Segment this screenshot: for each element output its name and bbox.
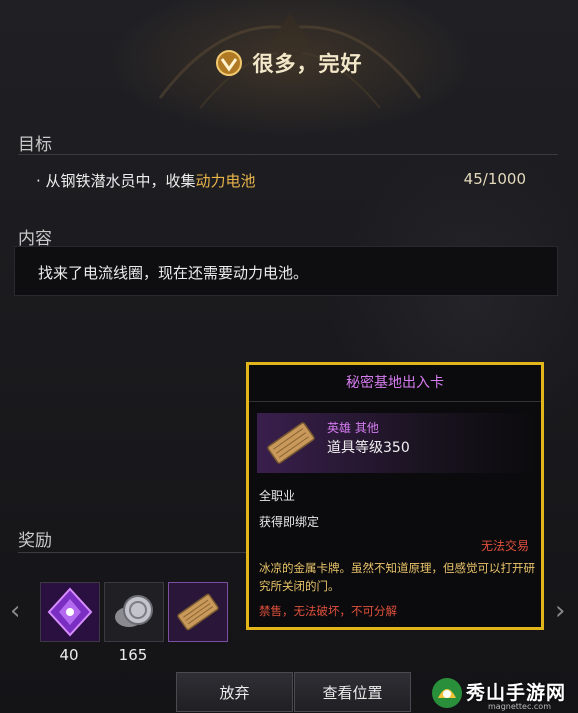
flag-sell: 禁售 — [259, 604, 282, 618]
tooltip-rarity: 英雄 其他 — [327, 421, 379, 435]
quest-emblem-icon — [216, 50, 243, 76]
flag-split: 不可分解 — [351, 604, 397, 618]
objective-text: · 从钢铁潜水员中，收集 — [36, 172, 196, 190]
reward-count: 40 — [59, 646, 79, 664]
next-arrow-icon[interactable]: › — [555, 596, 565, 626]
silver-coin-icon — [105, 583, 163, 641]
reward-slot[interactable] — [104, 582, 164, 642]
watermark: 秀山手游网 magnettec.com — [428, 672, 578, 713]
purple-crystal-icon — [41, 583, 99, 641]
quest-title: 很多，完好 — [252, 52, 363, 76]
tooltip-description: 冰凉的金属卡牌。虽然不知道原理，但感觉可以打开研究所关闭的门。 — [259, 561, 535, 593]
flag-separator: ， — [339, 604, 352, 618]
view-location-button[interactable]: 查看位置 — [294, 672, 411, 712]
objective-label: 目标 — [18, 135, 52, 155]
watermark-url: magnettec.com — [488, 702, 551, 711]
watermark-text: 秀山手游网 — [466, 682, 567, 704]
reward-slot[interactable] — [168, 582, 228, 642]
divider — [18, 154, 558, 155]
reward-label: 奖励 — [18, 531, 52, 551]
content-text: 找来了电流线圈，现在还需要动力电池。 — [38, 264, 309, 282]
wooden-card-icon — [267, 422, 315, 464]
wooden-card-icon — [169, 583, 227, 641]
tooltip-item-level: 道具等级350 — [327, 440, 410, 456]
watermark-logo-icon — [432, 678, 462, 708]
reward-slot[interactable] — [40, 582, 100, 642]
objective-item-link[interactable]: 动力电池 — [196, 172, 256, 190]
flag-separator: ， — [282, 604, 294, 618]
flag-destroy: 无法破坏 — [293, 604, 340, 618]
abandon-button[interactable]: 放弃 — [176, 672, 293, 712]
reward-count: 165 — [118, 646, 148, 664]
prev-arrow-icon[interactable]: ‹ — [10, 596, 20, 626]
objective-row: · 从钢铁潜水员中，收集动力电池 45/1000 — [36, 170, 526, 191]
tooltip-class: 全职业 — [259, 489, 296, 503]
divider — [18, 552, 246, 553]
quest-title-bar: 很多，完好 — [0, 48, 578, 78]
item-tooltip: 秘密基地出入卡 英雄 其他 道具等级350 全职业 获得即绑定 无法交易 冰凉的… — [246, 362, 544, 630]
tooltip-trade-status: 无法交易 — [480, 539, 529, 553]
tooltip-item-name: 秘密基地出入卡 — [249, 365, 541, 402]
objective-progress: 45/1000 — [463, 170, 526, 188]
tooltip-flags: 禁售，无法破坏，不可分解 — [259, 603, 397, 619]
tooltip-bind: 获得即绑定 — [259, 515, 320, 529]
